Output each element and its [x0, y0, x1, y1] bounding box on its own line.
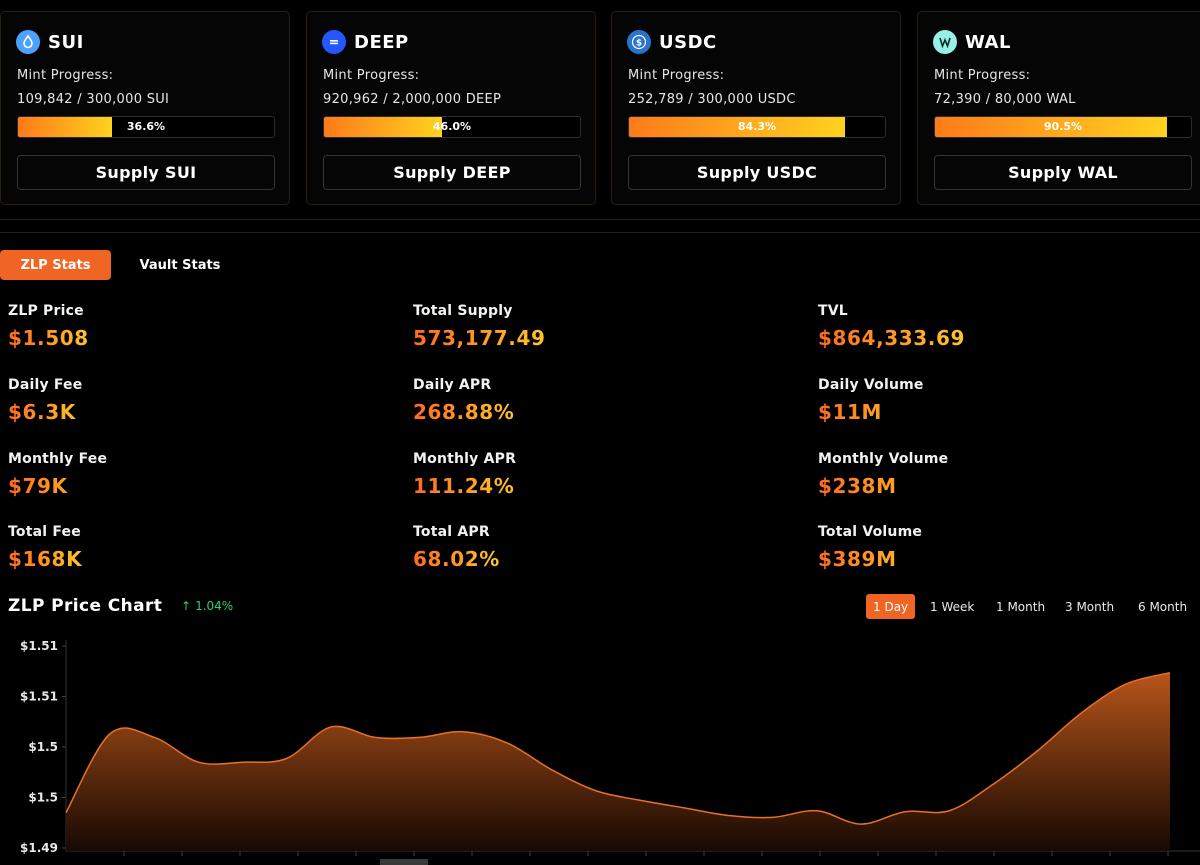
asset-name: SUI [48, 31, 84, 53]
supply-wal-button[interactable]: Supply WAL [934, 155, 1192, 190]
asset-name: USDC [659, 31, 717, 53]
stat-value: $1.508 [8, 326, 89, 350]
zlp-price-chart: $1.51 $1.51 $1.5 $1.5 $1.49 [20, 639, 1200, 865]
mint-progress-bar: 90.5% [934, 116, 1192, 138]
stat-label: Monthly Volume [818, 451, 949, 467]
supply-deep-button[interactable]: Supply DEEP [323, 155, 581, 190]
progress-percent: 36.6% [126, 120, 166, 133]
usdc-icon: $ [627, 30, 651, 54]
stat-label: ZLP Price [8, 303, 84, 319]
range-1-day-button[interactable]: 1 Day [866, 594, 916, 619]
tab-vault-stats[interactable]: Vault Stats [120, 250, 240, 280]
stat-label: TVL [818, 303, 848, 319]
card-header: WAL [933, 30, 1011, 54]
progress-percent: 84.3% [737, 120, 777, 133]
mint-amount: 109,842 / 300,000 SUI [17, 92, 170, 107]
stat-total-fee: Total Fee $168K [8, 524, 82, 571]
stat-value: 268.88% [413, 400, 515, 424]
stat-value: $238M [818, 474, 948, 498]
mint-amount: 72,390 / 80,000 WAL [934, 92, 1076, 107]
price-change-value: 1.04% [195, 599, 234, 613]
stat-label: Total Fee [8, 524, 81, 540]
mint-progress-bar: 84.3% [628, 116, 886, 138]
stat-value: 111.24% [413, 474, 515, 498]
svg-text:$: $ [636, 39, 642, 49]
progress-percent: 90.5% [1043, 120, 1083, 133]
asset-card-usdc: $ USDC Mint Progress: 252,789 / 300,000 … [611, 11, 901, 205]
mint-progress-label: Mint Progress: [323, 68, 420, 83]
asset-card-sui: SUI Mint Progress: 109,842 / 300,000 SUI… [0, 11, 290, 205]
stat-label: Monthly APR [413, 451, 517, 467]
stat-value: $79K [8, 474, 107, 498]
stat-value: 68.02% [413, 547, 500, 571]
price-change: ↑ 1.04% [181, 599, 233, 613]
supply-sui-button[interactable]: Supply SUI [17, 155, 275, 190]
stat-label: Total Volume [818, 524, 923, 540]
stat-value: $389M [818, 547, 922, 571]
stat-tvl: TVL $864,333.69 [818, 303, 965, 350]
stat-total-apr: Total APR 68.02% [413, 524, 500, 571]
stat-total-volume: Total Volume $389M [818, 524, 922, 571]
stat-total-supply: Total Supply 573,177.49 [413, 303, 546, 350]
stat-label: Total APR [413, 524, 490, 540]
mint-progress-label: Mint Progress: [934, 68, 1031, 83]
mint-progress-label: Mint Progress: [17, 68, 114, 83]
stat-monthly-volume: Monthly Volume $238M [818, 451, 948, 498]
range-1-week-button[interactable]: 1 Week [923, 594, 981, 619]
stat-label: Total Supply [413, 303, 513, 319]
stat-label: Daily APR [413, 377, 492, 393]
mint-amount: 920,962 / 2,000,000 DEEP [323, 92, 502, 107]
card-header: $ USDC [627, 30, 717, 54]
chart-scrollbar-thumb [380, 859, 428, 865]
stat-daily-apr: Daily APR 268.88% [413, 377, 514, 424]
y-tick-label: $1.51 [20, 639, 58, 653]
range-1-month-button[interactable]: 1 Month [989, 594, 1052, 619]
y-tick-label: $1.5 [28, 740, 58, 754]
range-6-month-button[interactable]: 6 Month [1131, 594, 1194, 619]
mint-progress-label: Mint Progress: [628, 68, 725, 83]
stat-value: $864,333.69 [818, 326, 966, 350]
asset-name: DEEP [354, 31, 409, 53]
asset-name: WAL [965, 31, 1011, 53]
stat-label: Daily Volume [818, 377, 924, 393]
mint-progress-bar: 46.0% [323, 116, 581, 138]
asset-card-deep: DEEP Mint Progress: 920,962 / 2,000,000 … [306, 11, 596, 205]
supply-usdc-button[interactable]: Supply USDC [628, 155, 886, 190]
y-tick-label: $1.51 [20, 690, 58, 704]
stat-monthly-apr: Monthly APR 111.24% [413, 451, 516, 498]
y-tick-label: $1.49 [20, 841, 58, 855]
section-divider [0, 219, 1200, 233]
range-3-month-button[interactable]: 3 Month [1058, 594, 1121, 619]
stat-value: $6.3K [8, 400, 82, 424]
deep-icon [322, 30, 346, 54]
stat-zlp-price: ZLP Price $1.508 [8, 303, 89, 350]
progress-percent: 46.0% [432, 120, 472, 133]
sui-drop-icon [16, 30, 40, 54]
stat-daily-fee: Daily Fee $6.3K [8, 377, 82, 424]
y-tick-label: $1.5 [28, 791, 58, 805]
stat-label: Daily Fee [8, 377, 83, 393]
stat-value: $11M [818, 400, 924, 424]
card-header: SUI [16, 30, 84, 54]
chart-title: ZLP Price Chart [8, 596, 163, 616]
mint-amount: 252,789 / 300,000 USDC [628, 92, 796, 107]
stat-value: $168K [8, 547, 83, 571]
wal-icon [933, 30, 957, 54]
card-header: DEEP [322, 30, 409, 54]
asset-card-wal: WAL Mint Progress: 72,390 / 80,000 WAL 9… [917, 11, 1200, 205]
stat-label: Monthly Fee [8, 451, 108, 467]
stat-value: 573,177.49 [413, 326, 546, 350]
asset-cards: SUI Mint Progress: 109,842 / 300,000 SUI… [0, 11, 1200, 206]
stat-daily-volume: Daily Volume $11M [818, 377, 924, 424]
mint-progress-bar: 36.6% [17, 116, 275, 138]
stat-monthly-fee: Monthly Fee $79K [8, 451, 107, 498]
price-area [66, 672, 1170, 851]
tab-zlp-stats[interactable]: ZLP Stats [0, 250, 111, 280]
arrow-up-icon: ↑ [181, 599, 192, 613]
